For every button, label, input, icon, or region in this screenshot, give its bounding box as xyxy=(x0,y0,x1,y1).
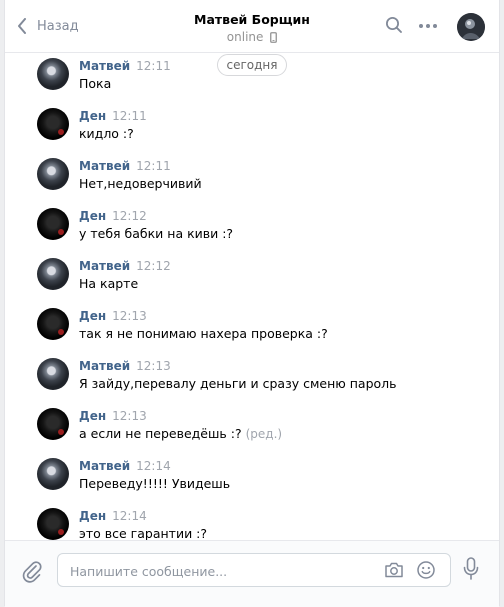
emoji-button[interactable] xyxy=(416,560,436,584)
message-item: Матвей 12:12 На карте xyxy=(37,258,477,304)
message-body: а если не переведёшь :? xyxy=(79,426,242,441)
sender-avatar[interactable] xyxy=(37,358,69,390)
date-separator: сегодня xyxy=(217,54,287,76)
message-text: а если не переведёшь :? (ред.) xyxy=(79,426,282,441)
mobile-phone-icon xyxy=(270,32,278,43)
camera-icon xyxy=(385,562,403,578)
message-time: 12:14 xyxy=(112,509,147,523)
sender-name[interactable]: Матвей xyxy=(79,59,130,73)
message-meta: Ден 12:14 xyxy=(79,509,147,524)
sender-name[interactable]: Матвей xyxy=(79,459,130,473)
message-meta: Матвей 12:13 xyxy=(79,359,171,374)
avatar-image xyxy=(457,13,485,41)
message-time: 12:13 xyxy=(112,309,147,323)
attach-button[interactable] xyxy=(21,559,43,587)
chat-header: Назад Матвей Борщин online xyxy=(5,0,499,53)
message-meta: Ден 12:13 xyxy=(79,409,147,424)
sender-avatar[interactable] xyxy=(37,208,69,240)
message-time: 12:14 xyxy=(136,459,171,473)
message-body: Я зайду,перевалу деньги и сразу сменю па… xyxy=(79,376,397,391)
edited-mark[interactable]: (ред.) xyxy=(246,427,282,441)
microphone-icon xyxy=(463,557,479,580)
message-text: Переведу!!!!! Увидешь xyxy=(79,476,230,491)
sender-avatar[interactable] xyxy=(37,458,69,490)
message-body: На карте xyxy=(79,276,139,291)
sender-name[interactable]: Матвей xyxy=(79,259,130,273)
message-meta: Матвей 12:14 xyxy=(79,459,171,474)
message-meta: Ден 12:13 xyxy=(79,309,147,324)
message-body: так я не понимаю нахера проверка :? xyxy=(79,326,328,341)
message-text: Пока xyxy=(79,76,111,91)
message-meta: Матвей 12:12 xyxy=(79,259,171,274)
message-text: кидло :? xyxy=(79,126,134,141)
online-status-text: online xyxy=(226,30,264,44)
sender-avatar[interactable] xyxy=(37,158,69,190)
message-composer xyxy=(5,540,499,607)
conversation-panel: Назад Матвей Борщин online сегодня Матве… xyxy=(4,0,500,607)
message-body: это все гарантии :? xyxy=(79,526,208,540)
message-body: кидло :? xyxy=(79,126,134,141)
contact-avatar[interactable] xyxy=(457,13,485,41)
sender-name[interactable]: Матвей xyxy=(79,359,130,373)
sender-name[interactable]: Ден xyxy=(79,209,106,223)
paperclip-icon xyxy=(22,561,42,583)
sender-name[interactable]: Ден xyxy=(79,109,106,123)
message-time: 12:11 xyxy=(136,59,171,73)
message-time: 12:13 xyxy=(136,359,171,373)
sender-avatar[interactable] xyxy=(37,258,69,290)
message-body: Пока xyxy=(79,76,112,91)
message-time: 12:13 xyxy=(112,409,147,423)
message-list[interactable]: Матвей 12:11 Пока Ден 12:11 кидло :? Матве… xyxy=(5,52,499,540)
message-text: На карте xyxy=(79,276,138,291)
message-item: Матвей 12:13 Я зайду,перевалу деньги и ср… xyxy=(37,358,477,404)
sender-avatar[interactable] xyxy=(37,308,69,340)
sender-name[interactable]: Ден xyxy=(79,509,106,523)
sender-avatar[interactable] xyxy=(37,508,69,540)
message-body: у тебя бабки на киви :? xyxy=(79,226,234,241)
message-input-box[interactable] xyxy=(57,553,451,588)
message-body: Нет,недоверчивий xyxy=(79,176,202,191)
message-item: Ден 12:13 а если не переведёшь :? (ред.) xyxy=(37,408,477,454)
message-item: Ден 12:14 это все гарантии :? xyxy=(37,508,477,540)
message-text: Я зайду,перевалу деньги и сразу сменю па… xyxy=(79,376,397,391)
message-body: Переведу!!!!! Увидешь xyxy=(79,476,231,491)
message-meta: Матвей 12:11 xyxy=(79,159,171,174)
voice-message-button[interactable] xyxy=(463,557,479,585)
message-item: Матвей 12:11 Нет,недоверчивий xyxy=(37,158,477,204)
message-time: 12:12 xyxy=(136,259,171,273)
message-text: Нет,недоверчивий xyxy=(79,176,202,191)
sender-name[interactable]: Ден xyxy=(79,409,106,423)
smile-icon xyxy=(417,561,435,579)
sender-avatar[interactable] xyxy=(37,58,69,90)
more-dots-icon xyxy=(419,24,437,28)
message-meta: Ден 12:12 xyxy=(79,209,147,224)
more-button[interactable] xyxy=(418,18,438,38)
search-button[interactable] xyxy=(385,16,403,38)
camera-button[interactable] xyxy=(384,561,404,583)
message-time: 12:12 xyxy=(112,209,147,223)
search-icon xyxy=(386,17,402,33)
sender-avatar[interactable] xyxy=(37,408,69,440)
message-meta: Ден 12:11 xyxy=(79,109,147,124)
message-text: у тебя бабки на киви :? xyxy=(79,226,233,241)
sender-name[interactable]: Матвей xyxy=(79,159,130,173)
sender-name[interactable]: Ден xyxy=(79,309,106,323)
message-item: Ден 12:12 у тебя бабки на киви :? xyxy=(37,208,477,254)
message-item: Ден 12:13 так я не понимаю нахера проверк… xyxy=(37,308,477,354)
sender-avatar[interactable] xyxy=(37,108,69,140)
message-input[interactable] xyxy=(68,554,372,588)
message-time: 12:11 xyxy=(136,159,171,173)
message-meta: Матвей 12:11 xyxy=(79,59,171,74)
message-item: Матвей 12:14 Переведу!!!!! Увидешь xyxy=(37,458,477,504)
message-item: Ден 12:11 кидло :? xyxy=(37,108,477,154)
message-text: это все гарантии :? xyxy=(79,526,207,540)
message-text: так я не понимаю нахера проверка :? xyxy=(79,326,328,341)
message-time: 12:11 xyxy=(112,109,147,123)
